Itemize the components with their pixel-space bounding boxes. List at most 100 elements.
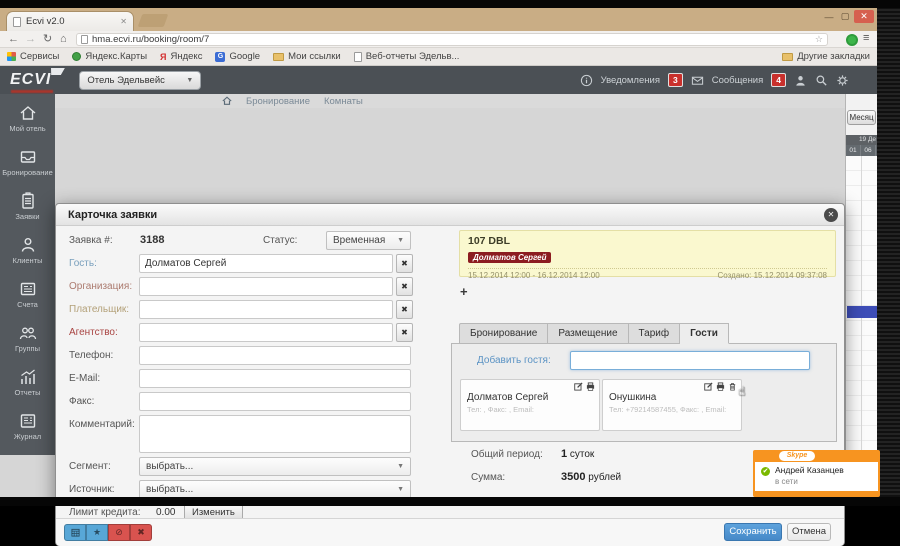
modal-footer: ★ ⊘ ✖ Сохранить Отмена — [56, 518, 844, 546]
agency-input[interactable] — [139, 323, 393, 342]
month-view-button[interactable]: Месяц — [847, 110, 876, 125]
guest-label[interactable]: Гость: — [69, 258, 97, 269]
sidebar-item-invoices[interactable]: Счета — [0, 279, 55, 320]
add-guest-label[interactable]: Добавить гостя: — [477, 355, 551, 366]
home-button[interactable]: ⌂ — [60, 32, 67, 46]
sidebar-item-requests[interactable]: Заявки — [0, 191, 55, 232]
calendar-day-cells: 01 06 — [846, 145, 878, 156]
save-button[interactable]: Сохранить — [724, 523, 782, 541]
tab-booking[interactable]: Бронирование — [459, 323, 548, 344]
bookmark-yandex-maps[interactable]: Яндекс.Карты — [72, 51, 147, 62]
sidebar-item-journal[interactable]: Журнал — [0, 411, 55, 452]
sidebar-item-my-hotel[interactable]: Мой отель — [0, 103, 55, 144]
guest-input[interactable] — [139, 254, 393, 273]
bookmark-star-icon[interactable]: ☆ — [815, 34, 823, 45]
envelope-icon[interactable] — [691, 74, 704, 87]
fax-input[interactable] — [139, 392, 411, 411]
bookmark-services[interactable]: Сервисы — [7, 51, 59, 62]
search-icon[interactable] — [815, 74, 828, 87]
sidebar-item-clients[interactable]: Клиенты — [0, 235, 55, 276]
sidebar-item-booking[interactable]: Бронирование — [0, 147, 55, 188]
segment-select[interactable]: выбрать...▼ — [139, 457, 411, 476]
window-maximize-button[interactable]: ▢ — [838, 10, 852, 23]
status-label: Статус: — [263, 235, 297, 246]
tab-tariff[interactable]: Тариф — [629, 323, 681, 344]
payer-input[interactable] — [139, 300, 393, 319]
add-guest-input[interactable] — [570, 351, 810, 370]
info-icon[interactable] — [580, 74, 593, 87]
messages-badge[interactable]: 4 — [771, 73, 786, 87]
back-button[interactable]: ← — [8, 32, 19, 46]
sidebar-item-groups[interactable]: Группы — [0, 323, 55, 364]
edit-icon[interactable] — [704, 382, 713, 391]
hotel-selector[interactable]: Отель Эдельвейс▼ — [79, 71, 201, 90]
agency-label[interactable]: Агентство: — [69, 327, 118, 338]
letterbox-right — [877, 8, 900, 497]
clear-agency-button[interactable]: ✖ — [396, 323, 413, 342]
notifications-badge[interactable]: 3 — [668, 73, 683, 87]
booking-bar[interactable] — [847, 306, 877, 318]
guest-card[interactable]: Долматов Сергей Тел: , Факс: , Email: — [460, 379, 600, 431]
add-room-button[interactable]: + — [460, 284, 468, 299]
tab-placement[interactable]: Размещение — [548, 323, 628, 344]
delete-request-button[interactable]: ✖ — [130, 524, 152, 541]
bookmark-my-links[interactable]: Мои ссылки — [273, 51, 341, 62]
bookmark-web-reports[interactable]: Веб-отчеты Эдельв... — [354, 51, 460, 62]
browser-tab[interactable]: Ecvi v2.0 ✕ — [6, 11, 134, 31]
window-minimize-button[interactable]: — — [822, 10, 836, 23]
comment-textarea[interactable] — [139, 415, 411, 453]
online-status-icon: ✔ — [761, 467, 770, 476]
calendar-cell[interactable]: 01 — [846, 145, 861, 156]
new-tab-button[interactable] — [138, 14, 169, 27]
user-icon[interactable] — [794, 74, 807, 87]
reload-button[interactable]: ↻ — [43, 32, 52, 46]
calendar-cell[interactable]: 06 — [861, 145, 876, 156]
workspace: Бронирование Комнаты Мой отель Бронирова… — [0, 94, 877, 497]
bookmark-google[interactable]: GGoogle — [215, 51, 260, 62]
organization-label[interactable]: Организация: — [69, 281, 132, 292]
modal-close-button[interactable]: ✕ — [824, 208, 838, 222]
home-icon[interactable] — [222, 96, 232, 106]
segment-label: Сегмент: — [69, 461, 111, 472]
messages-link[interactable]: Сообщения — [712, 75, 764, 86]
organization-input[interactable] — [139, 277, 393, 296]
breadcrumb-booking[interactable]: Бронирование — [246, 96, 310, 107]
clear-guest-button[interactable]: ✖ — [396, 254, 413, 273]
ecvi-logo[interactable]: ECVI — [10, 71, 51, 89]
browser-tabstrip: Ecvi v2.0 ✕ — ▢ ✕ — [0, 8, 877, 31]
clear-payer-button[interactable]: ✖ — [396, 300, 413, 319]
person-icon — [17, 235, 39, 255]
address-bar[interactable]: hma.ecvi.ru/booking/room/7 ☆ — [76, 33, 828, 46]
chevron-down-icon: ▼ — [397, 463, 404, 470]
forward-button[interactable]: → — [25, 32, 36, 46]
guests-tab-panel: Добавить гостя: Долматов Сергей Тел: , Ф… — [451, 343, 837, 442]
phone-input[interactable] — [139, 346, 411, 365]
status-select[interactable]: Временная▼ — [326, 231, 411, 250]
window-close-button[interactable]: ✕ — [854, 10, 874, 23]
block-button[interactable]: ⊘ — [108, 524, 130, 541]
room-card[interactable]: 107 DBL Долматов Сергей 15.12.2014 12:00… — [459, 230, 836, 277]
guest-card[interactable]: ☝ Онушкина Тел: +79214587455, Факс: , Em… — [602, 379, 742, 431]
skype-notification[interactable]: Skype ✔ Андрей Казанцев в сети — [753, 450, 880, 497]
edit-icon[interactable] — [574, 382, 583, 391]
clear-organization-button[interactable]: ✖ — [396, 277, 413, 296]
calendar-button[interactable] — [64, 524, 86, 541]
bookmark-yandex[interactable]: ЯЯндекс — [160, 51, 202, 62]
notifications-link[interactable]: Уведомления — [601, 75, 660, 86]
other-bookmarks[interactable]: Другие закладки — [782, 51, 870, 62]
extension-icon[interactable] — [846, 34, 858, 46]
breadcrumb-rooms[interactable]: Комнаты — [324, 96, 363, 107]
sidebar-item-reports[interactable]: Отчеты — [0, 367, 55, 408]
tab-guests[interactable]: Гости — [680, 323, 729, 344]
gear-icon[interactable] — [836, 74, 849, 87]
email-input[interactable] — [139, 369, 411, 388]
star-button[interactable]: ★ — [86, 524, 108, 541]
chrome-menu-icon[interactable]: ≡ — [863, 32, 869, 44]
payer-label[interactable]: Плательщик: — [69, 304, 129, 315]
guest-name: Онушкина — [609, 392, 735, 403]
print-icon[interactable] — [716, 382, 725, 391]
print-icon[interactable] — [586, 382, 595, 391]
tab-close-icon[interactable]: ✕ — [120, 17, 127, 26]
cancel-button[interactable]: Отмена — [787, 523, 831, 541]
delete-icon[interactable] — [728, 382, 737, 391]
